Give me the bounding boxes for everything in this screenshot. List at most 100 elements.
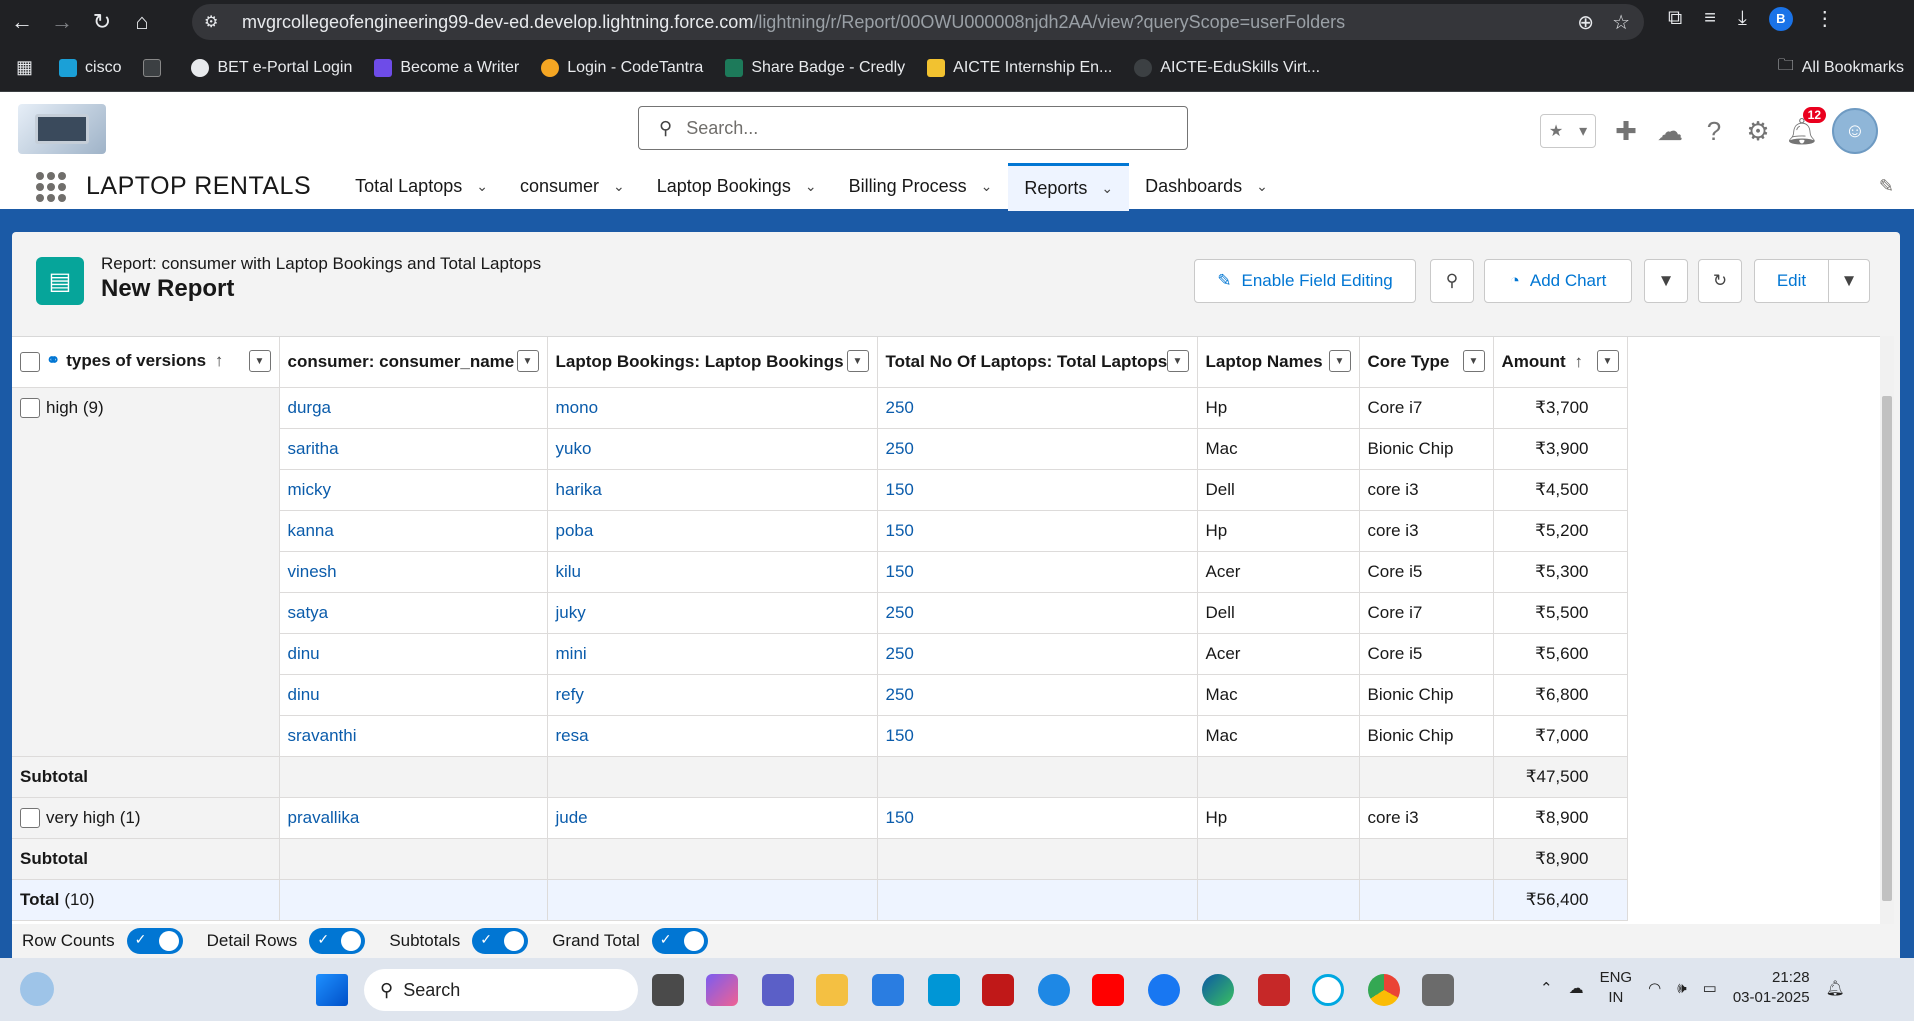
consumer-name-link[interactable]: saritha [279,428,548,470]
column-header-amount[interactable]: Amount ↑ ▼ [1493,337,1628,388]
site-info-icon[interactable]: ⚙ [204,12,224,32]
column-header-consumer-name[interactable]: consumer: consumer_name ▼ [279,337,548,388]
search-report-button[interactable]: ⚲ [1430,259,1474,303]
onedrive-icon[interactable]: ☁ [1569,979,1584,997]
chevron-up-icon[interactable]: ⌃ [1540,979,1553,997]
copilot-icon[interactable] [706,974,738,1006]
extensions-icon[interactable]: ⧉ [1668,7,1682,30]
tab-reports[interactable]: Reports ⌄ [1008,162,1130,211]
consumer-name-link[interactable]: dinu [279,674,548,716]
global-actions-icon[interactable]: ✚ [1612,116,1640,146]
media-control-icon[interactable]: ≡ [1704,7,1716,30]
vertical-scrollbar[interactable] [1880,336,1894,924]
reload-icon[interactable]: ↻ [84,4,120,40]
tab-billing-process[interactable]: Billing Process ⌄ [833,163,1009,211]
toggle-detail-rows[interactable]: Detail Rows [207,928,366,954]
group-checkbox[interactable] [20,398,40,419]
laptop-booking-link[interactable]: yuko [547,428,878,470]
column-header-laptop-names[interactable]: Laptop Names ▼ [1197,337,1360,388]
laptop-booking-link[interactable]: resa [547,715,878,757]
snipping-tool-icon[interactable] [1422,974,1454,1006]
laptop-booking-link[interactable]: harika [547,469,878,511]
alexa-icon[interactable] [1312,974,1344,1006]
edge-icon[interactable] [1202,974,1234,1006]
chevron-down-icon[interactable]: ⌄ [1256,178,1268,195]
total-laptops-link[interactable]: 150 [877,510,1198,552]
consumer-name-link[interactable]: sravanthi [279,715,548,757]
apps-grid-icon[interactable]: ▦ [16,57,33,78]
laptop-booking-link[interactable]: juky [547,592,878,634]
bookmark-aicte-internship[interactable]: AICTE Internship En... [927,58,1112,77]
column-menu-button[interactable]: ▼ [516,350,539,372]
total-laptops-link[interactable]: 150 [877,715,1198,757]
bookmark-aicte-eduskills[interactable]: AICTE-EduSkills Virt... [1134,58,1320,77]
scrollbar-thumb[interactable] [1882,396,1892,901]
forward-icon[interactable]: → [44,4,80,40]
user-avatar[interactable]: ☺ [1832,108,1878,154]
setup-gear-icon[interactable]: ⚙ [1744,116,1772,146]
trailhead-icon[interactable]: ☁ [1656,116,1684,146]
bookmark-become-writer[interactable]: Become a Writer [374,58,519,77]
consumer-name-link[interactable]: pravallika [279,797,548,839]
zoom-icon[interactable]: ⊕ [1577,10,1594,35]
file-explorer-icon[interactable] [816,974,848,1006]
bookmark-credly[interactable]: Share Badge - Credly [725,58,905,77]
laptop-booking-link[interactable]: refy [547,674,878,716]
consumer-name-link[interactable]: vinesh [279,551,548,593]
filter-button[interactable]: ▼ [1644,259,1688,303]
column-menu-button[interactable]: ▼ [1462,350,1485,372]
column-header-types-of-versions[interactable]: ⚭ types of versions ↑ ▼ [12,337,280,388]
consumer-name-link[interactable]: durga [279,387,548,429]
group-checkbox[interactable] [20,808,40,829]
bookmark-cisco[interactable]: cisco [59,58,121,77]
refresh-button[interactable]: ↻ [1698,259,1742,303]
help-app-icon[interactable] [1038,974,1070,1006]
chevron-down-icon[interactable]: ⌄ [1101,180,1113,197]
menu-icon[interactable]: ⋮ [1815,6,1835,31]
facebook-icon[interactable] [1148,974,1180,1006]
total-laptops-link[interactable]: 150 [877,469,1198,511]
column-menu-button[interactable]: ▼ [1328,350,1351,372]
notifications-bell-icon[interactable]: 🔔︎ 12 [1786,107,1826,146]
help-icon[interactable]: ? [1700,116,1728,146]
toggle-subtotals[interactable]: Subtotals [389,928,529,954]
laptop-booking-link[interactable]: kilu [547,551,878,593]
tab-laptop-bookings[interactable]: Laptop Bookings ⌄ [641,163,833,211]
consumer-name-link[interactable]: kanna [279,510,548,552]
consumer-name-link[interactable]: dinu [279,633,548,675]
chevron-down-icon[interactable]: ⌄ [981,178,993,195]
battery-icon[interactable]: ▭ [1703,979,1717,997]
laptop-booking-link[interactable]: jude [547,797,878,839]
notification-bell-icon[interactable]: 🔔︎ [1826,979,1845,997]
volume-icon[interactable]: 🕪 [1677,980,1686,997]
tab-dashboards[interactable]: Dashboards ⌄ [1129,163,1284,211]
bookmark-bet-portal[interactable]: BET e-Portal Login [191,58,352,77]
back-icon[interactable]: ← [4,4,40,40]
total-laptops-link[interactable]: 250 [877,428,1198,470]
column-header-total-laptops[interactable]: Total No Of Laptops: Total Laptops ▼ [877,337,1198,388]
select-all-checkbox[interactable] [20,352,40,372]
chevron-down-icon[interactable]: ⌄ [805,178,817,195]
tab-total-laptops[interactable]: Total Laptops ⌄ [339,163,504,211]
total-laptops-link[interactable]: 150 [877,797,1198,839]
org-logo[interactable] [18,104,106,154]
all-bookmarks[interactable]: 🗀 All Bookmarks [1778,54,1904,81]
column-menu-button[interactable]: ▼ [248,350,271,372]
chevron-down-icon[interactable]: ⌄ [613,178,625,195]
chevron-down-icon[interactable]: ⌄ [476,178,488,195]
task-view-icon[interactable] [652,974,684,1006]
laptop-booking-link[interactable]: poba [547,510,878,552]
column-menu-button[interactable]: ▼ [1166,350,1189,372]
store-icon[interactable] [872,974,904,1006]
total-laptops-link[interactable]: 150 [877,551,1198,593]
toggle-switch[interactable] [651,928,708,954]
teams-icon[interactable] [762,974,794,1006]
toggle-switch[interactable] [472,928,529,954]
wifi-icon[interactable]: ◠ [1648,979,1661,997]
global-search-input[interactable]: ⚲ Search... [638,106,1188,150]
toggle-row-counts[interactable]: Row Counts [22,928,183,954]
column-header-core-type[interactable]: Core Type ▼ [1359,337,1494,388]
home-icon[interactable]: ⌂ [124,4,160,40]
edit-nav-pencil-icon[interactable]: ✎ [1879,176,1894,197]
toggle-switch[interactable] [309,928,366,954]
